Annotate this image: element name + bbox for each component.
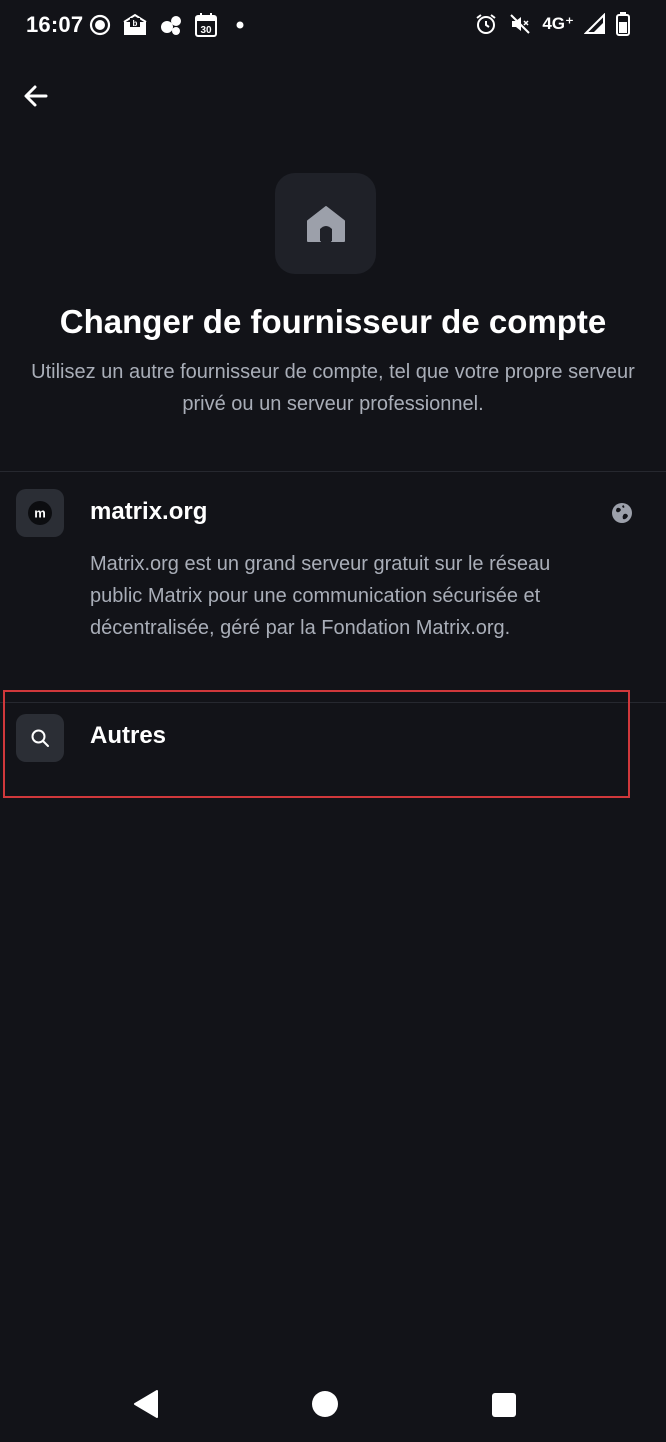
home-icon-tile — [275, 173, 376, 274]
cluster-icon — [158, 13, 184, 37]
page-subtitle: Utilisez un autre fournisseur de compte,… — [31, 361, 635, 415]
back-button[interactable] — [18, 78, 54, 114]
navigation-bar — [0, 1370, 666, 1442]
signal-app-icon — [88, 13, 112, 37]
mute-icon — [508, 12, 532, 36]
calendar-day-text: 30 — [200, 25, 212, 36]
status-time: 16:07 — [26, 12, 84, 37]
calendar-icon: 30 — [194, 12, 218, 38]
nav-back-icon[interactable] — [131, 1388, 161, 1425]
nav-recents-icon[interactable] — [491, 1392, 517, 1423]
battery-icon — [616, 12, 630, 36]
provider-name: matrix.org — [90, 498, 208, 525]
globe-icon — [610, 501, 634, 525]
provider-description: Matrix.org est un grand serveur gratuit … — [90, 553, 551, 639]
provider-item-matrix-org[interactable]: m matrix.org Matrix.org est un grand ser… — [0, 471, 666, 702]
svg-text:b: b — [133, 19, 138, 28]
matrix-logo-letter: m — [34, 506, 46, 521]
matrix-logo-tile: m — [16, 489, 64, 537]
arrow-left-icon — [22, 82, 50, 110]
network-type: 4G⁺ — [542, 14, 574, 33]
dot-icon — [236, 21, 244, 29]
page-title: Changer de fournisseur de compte — [59, 303, 607, 340]
cell-signal-icon — [584, 13, 606, 35]
home-icon — [306, 205, 346, 243]
highlight-box — [3, 690, 630, 798]
alarm-icon — [474, 12, 498, 36]
status-bar: 16:07 b 30 4G⁺ — [0, 0, 666, 52]
matrix-logo-icon: m — [28, 501, 52, 525]
nav-home-icon[interactable] — [310, 1389, 340, 1424]
mail-icon: b — [122, 13, 148, 37]
